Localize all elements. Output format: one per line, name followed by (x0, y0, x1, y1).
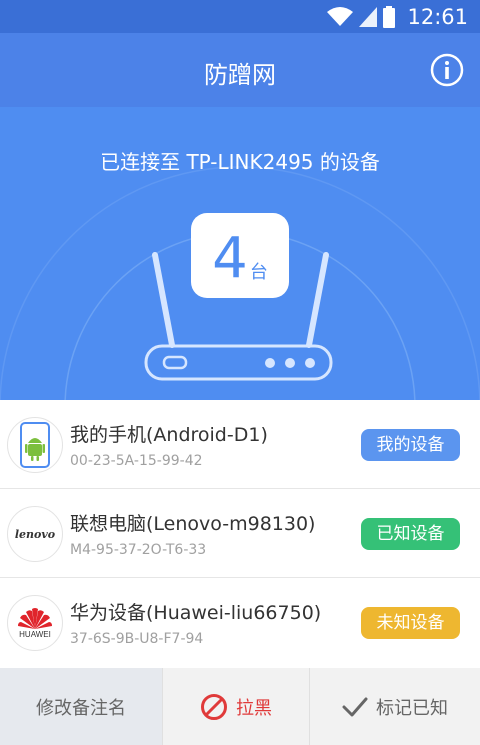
huawei-logo-text: HUAWEI (19, 630, 51, 639)
rename-button[interactable]: 修改备注名 (0, 668, 163, 745)
device-list: 我的手机(Android-D1) 00-23-5A-15-99-42 我的设备 … (0, 400, 480, 668)
mark-known-button[interactable]: 标记已知 (310, 668, 480, 745)
huawei-logo: HUAWEI (7, 595, 63, 651)
device-count: 4 台 (191, 213, 289, 298)
checkmark-icon (342, 697, 368, 716)
device-count-unit: 台 (249, 262, 268, 283)
device-mac: M4-95-37-2O-T6-33 (70, 542, 207, 558)
status-badge: 已知设备 (361, 518, 460, 550)
device-name: 华为设备(Huawei-liu66750) (70, 602, 322, 624)
rename-label: 修改备注名 (36, 697, 126, 719)
lenovo-logo-text: lenovo (14, 527, 56, 541)
status-badge: 我的设备 (361, 429, 460, 461)
block-button[interactable]: 拉黑 (163, 668, 310, 745)
status-badge: 未知设备 (361, 607, 460, 639)
wifi-icon (327, 7, 354, 26)
bottom-action-bar: 修改备注名 拉黑 标记已知 (0, 668, 480, 745)
device-row[interactable]: lenovo 联想电脑(Lenovo-m98130) M4-95-37-2O-T… (0, 489, 480, 578)
device-row[interactable]: 我的手机(Android-D1) 00-23-5A-15-99-42 我的设备 (0, 400, 480, 489)
info-icon[interactable] (430, 53, 464, 87)
device-name: 联想电脑(Lenovo-m98130) (70, 513, 316, 535)
block-label: 拉黑 (236, 697, 272, 719)
connection-summary: 已连接至 TP-LINK2495 的设备 4 台 (0, 107, 480, 400)
lenovo-logo: lenovo (7, 506, 63, 562)
device-mac: 00-23-5A-15-99-42 (70, 453, 203, 469)
app-bar: 防蹭网 (0, 33, 480, 107)
device-name: 我的手机(Android-D1) (70, 424, 268, 446)
status-bar: 12:61 (0, 0, 480, 33)
status-icons: 12:61 (327, 5, 468, 29)
app-title: 防蹭网 (204, 61, 276, 89)
device-mac: 37-6S-9B-U8-F7-94 (70, 631, 204, 647)
block-icon (201, 693, 227, 720)
status-time: 12:61 (407, 5, 468, 29)
android-icon (7, 417, 63, 473)
mark-known-label: 标记已知 (376, 697, 448, 719)
device-row[interactable]: HUAWEI 华为设备(Huawei-liu66750) 37-6S-9B-U8… (0, 578, 480, 667)
connected-network-title: 已连接至 TP-LINK2495 的设备 (100, 150, 380, 174)
battery-icon (383, 6, 396, 28)
signal-icon (359, 7, 378, 27)
device-count-number: 4 (212, 226, 248, 291)
